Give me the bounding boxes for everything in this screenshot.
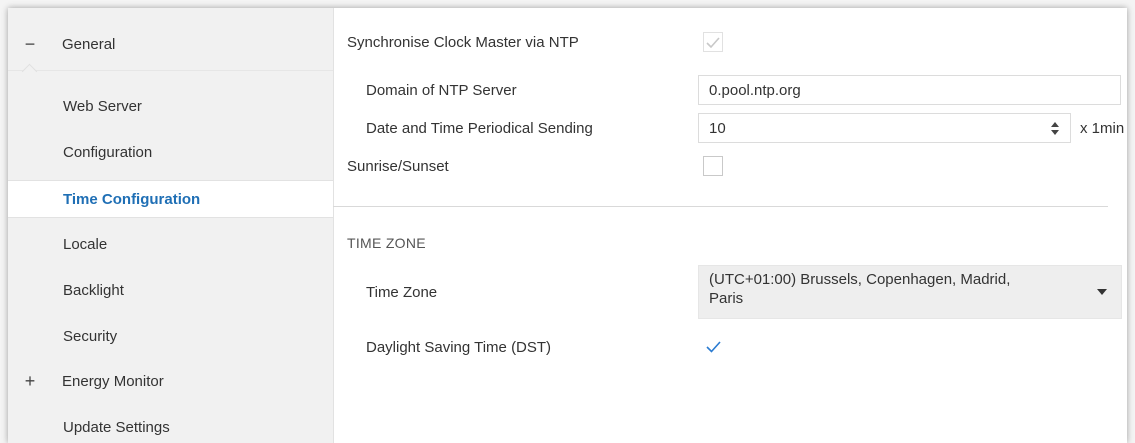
ntp-domain-input[interactable] — [698, 75, 1121, 105]
time-zone-select[interactable]: (UTC+01:00) Brussels, Copenhagen, Madrid… — [698, 265, 1122, 319]
sunrise-sunset-label: Sunrise/Sunset — [347, 157, 449, 175]
sidebar-item-label: Backlight — [63, 281, 124, 299]
sidebar-item-label: Web Server — [63, 97, 142, 115]
sunrise-sunset-checkbox[interactable] — [703, 156, 723, 176]
time-configuration-window: − General Web Server Configuration Time … — [8, 8, 1127, 443]
sidebar-item-label: Configuration — [63, 143, 153, 161]
periodic-sending-stepper[interactable] — [1048, 113, 1062, 143]
ntp-sync-label: Synchronise Clock Master via NTP — [347, 33, 579, 51]
sidebar-item-web-server[interactable]: Web Server — [8, 88, 333, 124]
section-divider — [333, 206, 1108, 207]
sidebar-divider — [8, 70, 333, 71]
sidebar-group-energy-label: Energy Monitor — [62, 372, 164, 390]
time-zone-section-title: TIME ZONE — [347, 235, 426, 251]
time-zone-value-line2: Paris — [709, 290, 744, 307]
sidebar-pointer — [21, 63, 38, 80]
sidebar-item-update-settings[interactable]: Update Settings — [8, 409, 333, 443]
sidebar-group-general-label: General — [62, 35, 116, 53]
time-zone-value-line1: (UTC+01:00) Brussels, Copenhagen, Madrid… — [709, 271, 1011, 288]
dst-label: Daylight Saving Time (DST) — [366, 338, 552, 356]
chevron-down-icon — [1097, 289, 1107, 295]
ntp-sync-checkbox[interactable] — [703, 32, 723, 52]
sidebar-item-label: Update Settings — [63, 418, 170, 436]
expand-icon[interactable]: + — [8, 371, 52, 392]
sidebar: − General Web Server Configuration Time … — [8, 8, 334, 443]
sidebar-item-time-configuration[interactable]: Time Configuration — [8, 180, 333, 218]
ntp-domain-label: Domain of NTP Server — [366, 81, 517, 99]
periodic-sending-input[interactable] — [698, 113, 1071, 143]
periodic-sending-label: Date and Time Periodical Sending — [366, 119, 593, 137]
main-panel: Synchronise Clock Master via NTP Domain … — [333, 8, 1127, 443]
time-zone-label: Time Zone — [366, 283, 438, 301]
sidebar-item-label: Locale — [63, 235, 108, 253]
sidebar-item-locale[interactable]: Locale — [8, 226, 333, 262]
sidebar-item-label: Time Configuration — [63, 190, 201, 208]
spin-down-icon[interactable] — [1051, 129, 1059, 135]
checkmark-icon — [706, 36, 720, 48]
sidebar-item-backlight[interactable]: Backlight — [8, 272, 333, 308]
collapse-icon[interactable]: − — [8, 34, 52, 55]
sidebar-item-security[interactable]: Security — [8, 318, 333, 354]
sidebar-group-energy-monitor[interactable]: + Energy Monitor — [8, 363, 333, 399]
periodic-sending-unit: x 1min — [1080, 120, 1125, 137]
sidebar-group-general[interactable]: − General — [8, 26, 333, 62]
sidebar-item-configuration[interactable]: Configuration — [8, 134, 333, 170]
sidebar-item-label: Security — [63, 327, 118, 345]
spin-up-icon[interactable] — [1051, 121, 1059, 127]
checkmark-icon — [705, 341, 721, 353]
dst-checkbox[interactable] — [703, 337, 723, 357]
